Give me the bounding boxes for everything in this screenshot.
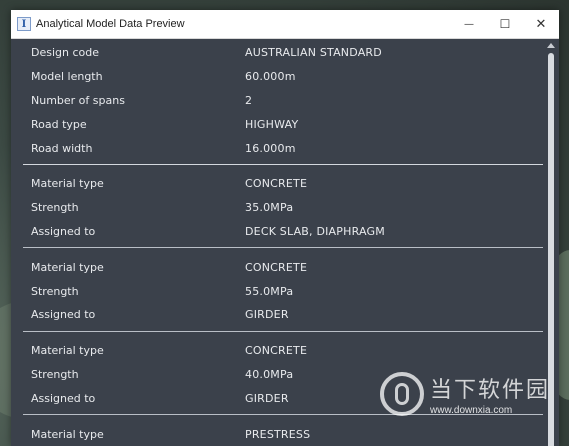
field-value: 2 <box>245 93 253 107</box>
field-value: DECK SLAB, DIAPHRAGM <box>245 224 385 238</box>
field-label: Assigned to <box>31 391 96 405</box>
watermark-url: www.downxia.com <box>430 405 513 416</box>
field-value: 60.000m <box>245 70 296 84</box>
watermark-text: 当下软件园 www.downxia.com <box>430 372 550 416</box>
field-label: Material type <box>31 260 104 274</box>
field-row-material-type: Material type CONCRETE <box>11 255 543 279</box>
field-value: CONCRETE <box>245 344 308 358</box>
field-label: Design code <box>31 46 100 60</box>
field-row-road-type: Road type HIGHWAY <box>11 112 543 136</box>
window-title: Analytical Model Data Preview <box>36 18 185 30</box>
field-row-material-type: Material type PRESTRESS <box>11 422 543 446</box>
field-row-material-type: Material type CONCRETE <box>11 339 543 363</box>
field-label: Strength <box>31 201 79 215</box>
field-row-assigned-to: Assigned to DECK SLAB, DIAPHRAGM <box>11 220 543 244</box>
field-label: Number of spans <box>31 93 125 107</box>
field-label: Strength <box>31 284 79 298</box>
section-divider <box>23 330 543 332</box>
field-row-material-type: Material type CONCRETE <box>11 172 543 196</box>
scroll-up-arrow-icon[interactable] <box>547 43 555 48</box>
field-value: CONCRETE <box>245 177 308 191</box>
field-value: GIRDER <box>245 391 289 405</box>
watermark: 当下软件园 www.downxia.com <box>380 372 550 416</box>
field-label: Model length <box>31 70 103 84</box>
field-row-design-code: Design code AUSTRALIAN STANDARD <box>11 41 543 65</box>
field-value: GIRDER <box>245 308 289 322</box>
field-label: Assigned to <box>31 308 96 322</box>
field-row-strength: Strength 35.0MPa <box>11 196 543 220</box>
field-row-road-width: Road width 16.000m <box>11 136 543 160</box>
field-label: Material type <box>31 177 104 191</box>
maximize-button[interactable]: ☐ <box>487 10 523 38</box>
field-value: HIGHWAY <box>245 117 299 131</box>
close-button[interactable]: ✕ <box>523 10 559 38</box>
field-label: Assigned to <box>31 224 96 238</box>
field-row-strength: Strength 55.0MPa <box>11 279 543 303</box>
title-bar[interactable]: I Analytical Model Data Preview — ☐ ✕ <box>11 10 559 39</box>
field-value: PRESTRESS <box>245 427 311 441</box>
field-value: 55.0MPa <box>245 284 294 298</box>
field-row-assigned-to: Assigned to GIRDER <box>11 303 543 327</box>
field-value: 16.000m <box>245 141 296 155</box>
watermark-logo-icon <box>380 372 424 416</box>
field-label: Material type <box>31 427 104 441</box>
field-label: Road width <box>31 141 93 155</box>
field-value: AUSTRALIAN STANDARD <box>245 46 382 60</box>
section-divider <box>23 163 543 165</box>
field-label: Strength <box>31 367 79 381</box>
watermark-site-name: 当下软件园 <box>430 378 551 403</box>
field-value: 40.0MPa <box>245 367 294 381</box>
watermark-logo-inner <box>395 383 409 405</box>
field-label: Material type <box>31 344 104 358</box>
minimize-button[interactable]: — <box>451 10 487 38</box>
field-row-model-length: Model length 60.000m <box>11 65 543 89</box>
app-icon: I <box>17 17 31 31</box>
field-value: CONCRETE <box>245 260 308 274</box>
field-label: Road type <box>31 117 87 131</box>
field-row-number-of-spans: Number of spans 2 <box>11 89 543 113</box>
field-value: 35.0MPa <box>245 201 294 215</box>
section-divider <box>23 247 543 249</box>
